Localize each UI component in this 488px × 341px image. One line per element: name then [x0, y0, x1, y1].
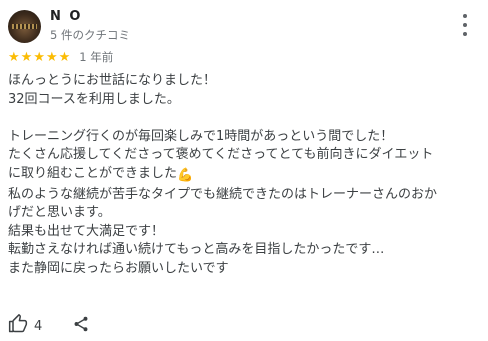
- rating-row: ★ ★ ★ ★ ★ 1 年前: [8, 49, 113, 65]
- more-options-button[interactable]: [462, 14, 468, 36]
- review-text: ほんっとうにお世話になりました！ 32回コースを利用しました。 トレーニング行く…: [8, 72, 480, 279]
- review-line: トレーニング行くのが毎回楽しみで1時間があっという間でした！: [8, 128, 394, 144]
- avatar[interactable]: [8, 10, 41, 43]
- author-name[interactable]: N O: [50, 9, 82, 24]
- star-icon: ★: [33, 49, 45, 65]
- author-review-count: 5 件のクチコミ: [50, 28, 130, 42]
- review-line: 転勤さえなければ通い続けてもっと高みを目指したかったです…: [8, 242, 385, 258]
- star-icon: ★: [20, 49, 33, 65]
- more-vert-dot: [463, 32, 467, 36]
- star-icon: ★: [45, 49, 58, 65]
- review-line: また静岡に戻ったらお願いしたいです: [8, 260, 229, 276]
- review-date: 1 年前: [79, 50, 114, 64]
- review-line-text: に取り組むことができました: [8, 165, 178, 181]
- review-actions: 4: [8, 314, 90, 338]
- thumb-up-icon: [8, 314, 28, 338]
- review-line: ほんっとうにお世話になりました！: [8, 73, 217, 88]
- review-line: げだと思います。: [8, 205, 111, 221]
- like-button[interactable]: 4: [8, 314, 42, 338]
- like-count: 4: [34, 318, 43, 334]
- more-vert-icon: [463, 14, 467, 18]
- review-line: 結果も出せて大満足です！: [8, 223, 165, 239]
- review-line-with-emoji: に取り組むことができました💪: [8, 165, 480, 186]
- star-rating: ★ ★ ★ ★ ★: [8, 51, 70, 64]
- flexed-biceps-icon: 💪: [177, 167, 194, 183]
- share-button[interactable]: [72, 315, 90, 337]
- more-vert-dot: [463, 23, 467, 27]
- review-line: 私のような継続が苦手なタイプでも継続できたのはトレーナーさんのおか: [8, 186, 438, 202]
- review-line: 32回コースを利用しました。: [8, 91, 180, 107]
- review-line: たくさん応援してくださって褒めてくださってとても前向きにダイエット: [8, 147, 434, 163]
- star-icon: ★: [8, 49, 20, 65]
- star-icon: ★: [58, 49, 71, 65]
- share-icon: [72, 315, 90, 337]
